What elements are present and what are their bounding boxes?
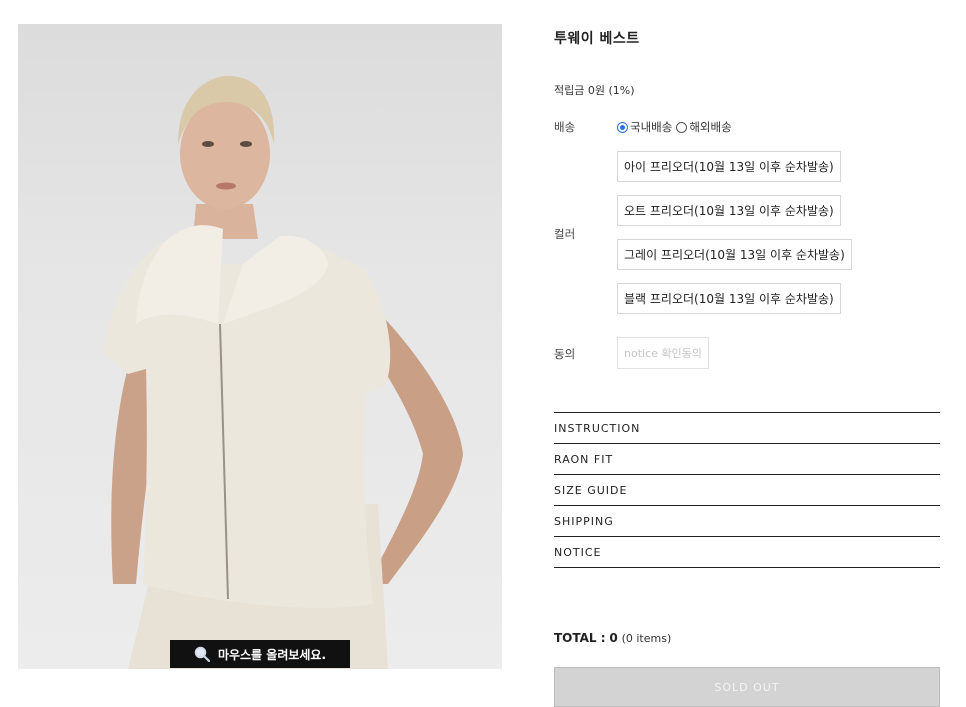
shipping-domestic-radio[interactable] xyxy=(617,121,628,133)
magnifier-icon xyxy=(194,646,210,662)
accordion-shipping[interactable]: SHIPPING xyxy=(554,506,940,537)
shipping-domestic-label[interactable]: 국내배송 xyxy=(630,119,672,135)
accordion-raon-fit[interactable]: RAON FIT xyxy=(554,444,940,475)
color-option-ivory[interactable]: 아이 프리오더(10월 13일 이후 순차발송) xyxy=(617,151,841,182)
reward-points: 적립금 0원 (1%) xyxy=(554,84,635,97)
total-label: TOTAL : xyxy=(554,631,606,645)
product-image[interactable] xyxy=(18,24,502,669)
color-option-oat[interactable]: 오트 프리오더(10월 13일 이후 순차발송) xyxy=(617,195,841,226)
product-title: 투웨이 베스트 xyxy=(554,31,640,47)
notice-agree-option[interactable]: notice 확인동의 xyxy=(617,337,709,369)
zoom-hint-banner: 마우스를 올려보세요. xyxy=(170,640,350,668)
accordion-notice[interactable]: NOTICE xyxy=(554,537,940,568)
total-amount: 0 xyxy=(609,631,618,645)
shipping-label: 배송 xyxy=(554,120,576,134)
color-option-gray[interactable]: 그레이 프리오더(10월 13일 이후 순차발송) xyxy=(617,239,852,270)
agree-label: 동의 xyxy=(554,347,576,361)
sold-out-button[interactable]: SOLD OUT xyxy=(554,667,940,707)
shipping-options: 국내배송 해외배송 xyxy=(617,119,732,135)
total-summary: TOTAL : 0 (0 items) xyxy=(554,631,671,645)
accordion-instruction[interactable]: INSTRUCTION xyxy=(554,413,940,444)
color-option-black[interactable]: 블랙 프리오더(10월 13일 이후 순차발송) xyxy=(617,283,841,314)
info-accordion: INSTRUCTION RAON FIT SIZE GUIDE SHIPPING… xyxy=(554,412,940,568)
accordion-size-guide[interactable]: SIZE GUIDE xyxy=(554,475,940,506)
shipping-overseas-radio[interactable] xyxy=(676,121,688,133)
zoom-hint-text: 마우스를 올려보세요. xyxy=(217,647,327,662)
color-label: 컬러 xyxy=(554,227,576,241)
shipping-overseas-label[interactable]: 해외배송 xyxy=(689,119,731,135)
product-photo-illustration xyxy=(103,76,463,669)
total-items: (0 items) xyxy=(621,632,672,645)
